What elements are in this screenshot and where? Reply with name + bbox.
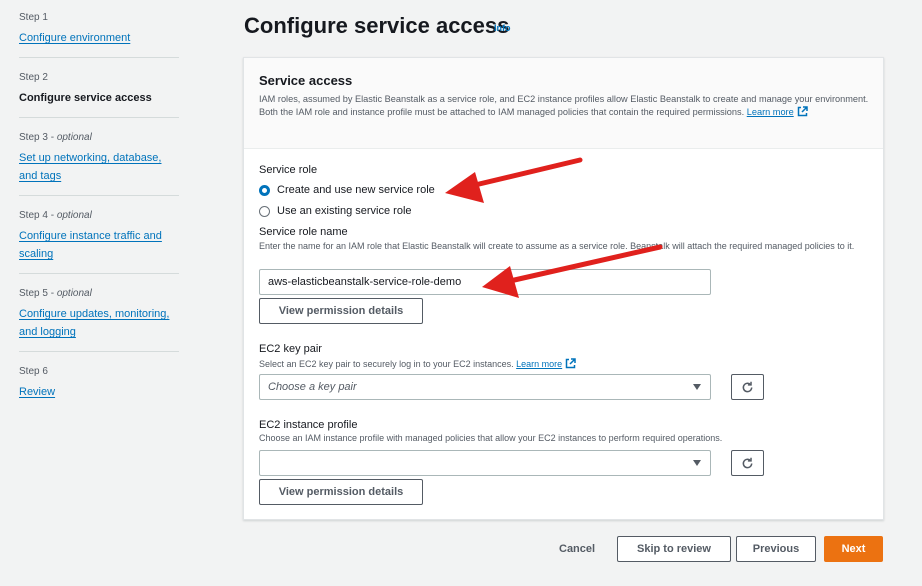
key-pair-learn-more-link[interactable]: Learn more	[516, 359, 562, 369]
radio-unselected-icon[interactable]	[259, 205, 270, 217]
external-link-icon	[797, 105, 808, 121]
next-button[interactable]: Next	[824, 536, 883, 562]
info-link[interactable]: Info	[494, 23, 511, 33]
panel-header: Service access IAM roles, assumed by Ela…	[244, 58, 883, 149]
service-role-name-label: Service role name	[259, 226, 348, 238]
step-5-link[interactable]: Configure updates, monitoring, and loggin…	[19, 305, 179, 341]
caret-down-icon	[693, 384, 701, 390]
step-5: Step 5 - optional Configure updates, mon…	[19, 287, 179, 341]
service-role-name-description: Enter the name for an IAM role that Elas…	[259, 241, 855, 251]
learn-more-link[interactable]: Learn more	[747, 107, 794, 117]
step-6-label: Step 6	[19, 366, 48, 377]
step-5-label: Step 5 - optional	[19, 288, 92, 299]
step-2-label: Step 2	[19, 72, 48, 83]
refresh-icon	[742, 381, 753, 392]
ec2-instance-profile-description: Choose an IAM instance profile with mana…	[259, 433, 723, 443]
step-divider	[19, 195, 179, 196]
radio-label: Create and use new service role	[277, 184, 435, 196]
panel-title: Service access	[259, 73, 353, 88]
refresh-instance-profiles-button[interactable]	[731, 450, 764, 476]
previous-button[interactable]: Previous	[736, 536, 816, 562]
step-divider	[19, 273, 179, 274]
step-2-current: Configure service access	[19, 92, 152, 104]
step-4: Step 4 - optional Configure instance tra…	[19, 209, 179, 263]
step-3-label: Step 3 - optional	[19, 132, 92, 143]
key-pair-placeholder: Choose a key pair	[268, 381, 357, 393]
refresh-icon	[742, 457, 753, 468]
instance-profile-select[interactable]	[259, 450, 711, 476]
cancel-button[interactable]: Cancel	[559, 543, 595, 555]
step-3-link[interactable]: Set up networking, database, and tags	[19, 149, 179, 185]
page-title: Configure service access	[244, 13, 510, 38]
radio-create-new-role[interactable]: Create and use new service role	[259, 183, 435, 197]
radio-label: Use an existing service role	[277, 205, 412, 217]
step-divider	[19, 351, 179, 352]
step-2: Step 2 Configure service access	[19, 71, 179, 107]
step-6-link[interactable]: Review	[19, 383, 179, 401]
external-link-icon	[565, 358, 576, 373]
step-4-label: Step 4 - optional	[19, 210, 92, 221]
ec2-key-pair-description: Select an EC2 key pair to securely log i…	[259, 358, 576, 373]
step-1-link[interactable]: Configure environment	[19, 29, 179, 47]
caret-down-icon	[693, 460, 701, 466]
view-instance-profile-permissions-button[interactable]: View permission details	[259, 479, 423, 505]
ec2-key-pair-label: EC2 key pair	[259, 343, 322, 355]
key-pair-select[interactable]: Choose a key pair	[259, 374, 711, 400]
radio-use-existing-role[interactable]: Use an existing service role	[259, 204, 412, 218]
service-access-panel: Service access IAM roles, assumed by Ela…	[243, 57, 884, 520]
step-divider	[19, 57, 179, 58]
step-divider	[19, 117, 179, 118]
refresh-key-pairs-button[interactable]	[731, 374, 764, 400]
step-4-link[interactable]: Configure instance traffic and scaling	[19, 227, 179, 263]
view-permission-details-button[interactable]: View permission details	[259, 298, 423, 324]
step-6: Step 6 Review	[19, 365, 179, 401]
skip-to-review-button[interactable]: Skip to review	[617, 536, 731, 562]
ec2-instance-profile-label: EC2 instance profile	[259, 419, 358, 431]
step-1: Step 1 Configure environment	[19, 11, 179, 47]
step-1-label: Step 1	[19, 12, 48, 23]
service-role-label: Service role	[259, 164, 318, 176]
radio-selected-icon[interactable]	[259, 184, 270, 196]
panel-description: IAM roles, assumed by Elastic Beanstalk …	[259, 93, 871, 120]
step-3: Step 3 - optional Set up networking, dat…	[19, 131, 179, 185]
service-role-name-input[interactable]: aws-elasticbeanstalk-service-role-demo	[259, 269, 711, 295]
